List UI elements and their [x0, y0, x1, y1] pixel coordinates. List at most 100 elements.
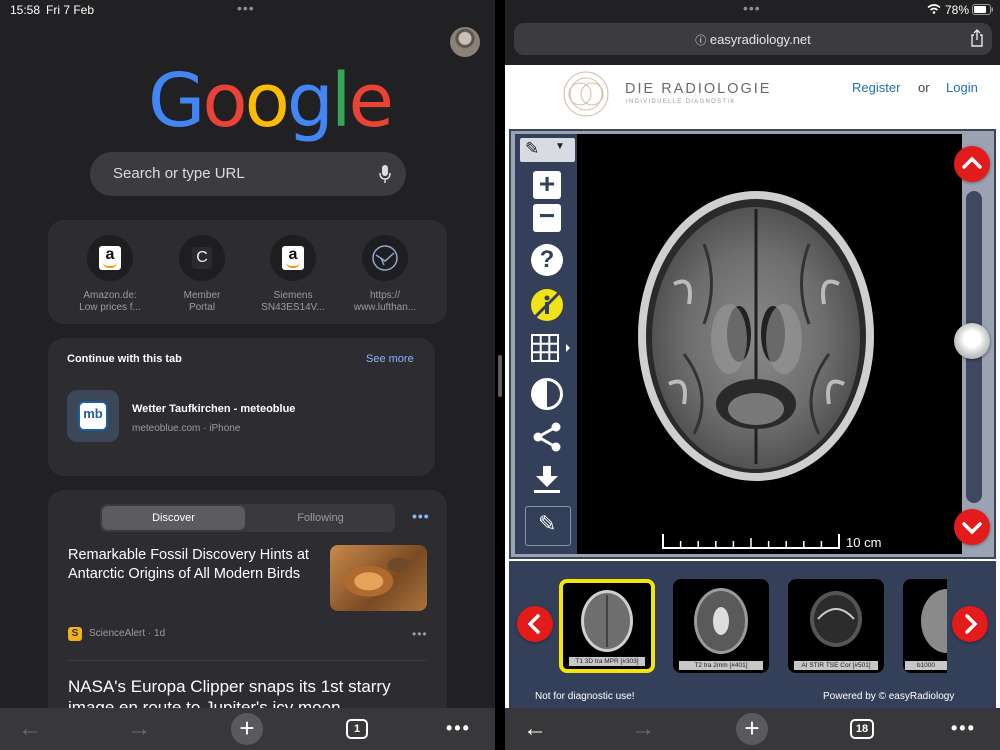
mri-image-viewport[interactable]: [544, 134, 962, 554]
shortcuts-panel: a Amazon.de: Low prices f... C Member Port…: [48, 220, 447, 324]
more-menu-icon[interactable]: •••: [951, 718, 976, 739]
battery-percent: 78%: [945, 3, 970, 17]
diagnostic-disclaimer: Not for diagnostic use!: [535, 691, 635, 702]
download-icon[interactable]: [534, 466, 560, 499]
thumbs-prev-button[interactable]: [517, 606, 553, 642]
ruler-icon: ✎: [538, 511, 557, 536]
right-browser-pane: ••• 78% ⓘ easyradiology.net DIE RADIOLOG…: [505, 0, 1000, 750]
chevron-up-icon: [962, 156, 982, 169]
crossed-pencil-icon: ✎: [525, 139, 540, 158]
multitasking-dots-icon[interactable]: •••: [237, 0, 255, 16]
series-thumbnail[interactable]: b1000: [903, 579, 947, 673]
brand-name: DIE RADIOLOGIE: [625, 81, 772, 97]
amazon-icon: a: [87, 235, 133, 281]
info-icon[interactable]: ⓘ: [695, 35, 706, 47]
new-tab-button[interactable]: +: [231, 713, 263, 745]
url-text: easyradiology.net: [709, 32, 811, 47]
scale-bar: [662, 534, 840, 549]
shortcut-label: Portal: [188, 302, 216, 313]
status-date: Fri 7 Feb: [46, 3, 95, 17]
series-thumbnail[interactable]: T2 tra 2mm [#401]: [673, 579, 769, 673]
info-toggle-icon[interactable]: [531, 289, 563, 321]
share-nodes-icon[interactable]: [531, 421, 563, 458]
article-source: ScienceAlert · 1d: [89, 628, 166, 639]
microphone-icon[interactable]: [378, 164, 392, 184]
slice-up-button[interactable]: [954, 146, 990, 182]
shortcut-siemens[interactable]: a Siemens SN43ES14V...: [248, 235, 338, 314]
zoom-in-button[interactable]: +: [533, 170, 561, 199]
logo-letter: G: [148, 58, 205, 144]
register-link[interactable]: Register: [852, 80, 900, 95]
share-icon[interactable]: [970, 29, 984, 47]
see-more-link[interactable]: See more: [366, 353, 414, 365]
chevron-down-icon: [962, 522, 982, 535]
chevron-left-icon: [527, 614, 540, 634]
tool-select-dropdown[interactable]: ✎ ▼: [520, 138, 575, 162]
thumbnail-caption: b1000: [905, 661, 947, 670]
shortcut-label: www.lufthan...: [353, 302, 417, 313]
thumbnail-image: [921, 589, 947, 653]
meteoblue-icon[interactable]: mb: [67, 390, 119, 442]
tab-switcher-button[interactable]: 1: [346, 719, 368, 739]
search-input[interactable]: Search or type URL: [90, 152, 406, 196]
logo-letter: l: [330, 58, 351, 144]
series-thumbnails: T1 3D tra MPR [#303] T2 tra 2mm [#401] A…: [509, 561, 996, 708]
feed-segmented-control: Discover Following: [100, 504, 395, 532]
series-thumbnail[interactable]: AI STIR TSE Cor [#501]: [788, 579, 884, 673]
contrast-icon[interactable]: [531, 378, 563, 410]
slice-down-button[interactable]: [954, 509, 990, 545]
thumbnail-caption: T2 tra 2mm [#401]: [679, 661, 763, 670]
logo-letter: e: [348, 58, 393, 144]
shortcut-member-portal[interactable]: C Member Portal: [157, 235, 247, 314]
article-thumbnail[interactable]: [330, 545, 427, 611]
thumbnail-caption: AI STIR TSE Cor [#501]: [794, 661, 878, 670]
article-more-icon[interactable]: •••: [412, 627, 428, 641]
shortcut-label: https://: [369, 290, 400, 301]
chevron-down-icon: ▼: [555, 141, 565, 152]
forward-arrow-icon[interactable]: →: [631, 717, 655, 741]
zoom-out-button[interactable]: −: [533, 202, 561, 232]
article-title[interactable]: Remarkable Fossil Discovery Hints at Ant…: [68, 546, 318, 584]
google-logo: Google: [148, 62, 394, 140]
measure-tool-button[interactable]: ✎: [525, 506, 571, 546]
slice-slider-thumb[interactable]: [954, 323, 990, 359]
shortcut-label: Member: [183, 290, 221, 301]
back-arrow-icon[interactable]: ←: [523, 717, 547, 741]
avatar[interactable]: [450, 27, 480, 57]
forward-arrow-icon[interactable]: →: [127, 717, 151, 741]
logo-letter: g: [286, 58, 334, 144]
battery-icon: [972, 4, 993, 15]
help-icon[interactable]: ?: [531, 244, 563, 276]
more-menu-icon[interactable]: •••: [446, 718, 471, 739]
lufthansa-icon: [362, 235, 408, 281]
tab-switcher-button[interactable]: 18: [850, 719, 874, 739]
continue-tab-title[interactable]: Wetter Taufkirchen - meteoblue: [132, 403, 295, 415]
series-thumbnail[interactable]: T1 3D tra MPR [#303]: [559, 579, 655, 673]
amazon-icon: a: [270, 235, 316, 281]
shortcut-amazon[interactable]: a Amazon.de: Low prices f...: [65, 235, 155, 314]
feed-menu-icon[interactable]: •••: [412, 508, 430, 524]
shortcut-label: Low prices f...: [79, 302, 141, 313]
shortcut-lufthansa[interactable]: https://www.lufthan...: [340, 235, 430, 314]
bottom-toolbar: ← → + 18 •••: [505, 708, 1000, 750]
thumbs-next-button[interactable]: [952, 606, 988, 642]
tab-following[interactable]: Following: [248, 506, 393, 530]
letter-c-icon: C: [179, 235, 225, 281]
login-link[interactable]: Login: [946, 80, 978, 95]
new-tab-button[interactable]: +: [736, 713, 768, 745]
address-bar[interactable]: ⓘ easyradiology.net: [514, 23, 992, 55]
multitasking-dots-icon[interactable]: •••: [743, 0, 761, 16]
thumbnail-image: [694, 588, 748, 654]
divider: [68, 660, 427, 661]
split-handle[interactable]: [498, 355, 502, 397]
wifi-icon: [927, 4, 941, 14]
back-arrow-icon[interactable]: ←: [18, 717, 42, 741]
thumbnail-image: [810, 591, 862, 647]
powered-by-link[interactable]: Powered by © easyRadiology: [823, 691, 954, 702]
grid-layout-icon[interactable]: [531, 334, 573, 369]
logo-letter: o: [202, 58, 247, 144]
shortcut-label: SN43ES14V...: [261, 302, 325, 313]
tab-discover[interactable]: Discover: [102, 506, 245, 530]
web-page: DIE RADIOLOGIE INDIVIDUELLE DIAGNOSTIK R…: [505, 65, 1000, 708]
shortcut-label: Amazon.de:: [83, 290, 137, 301]
